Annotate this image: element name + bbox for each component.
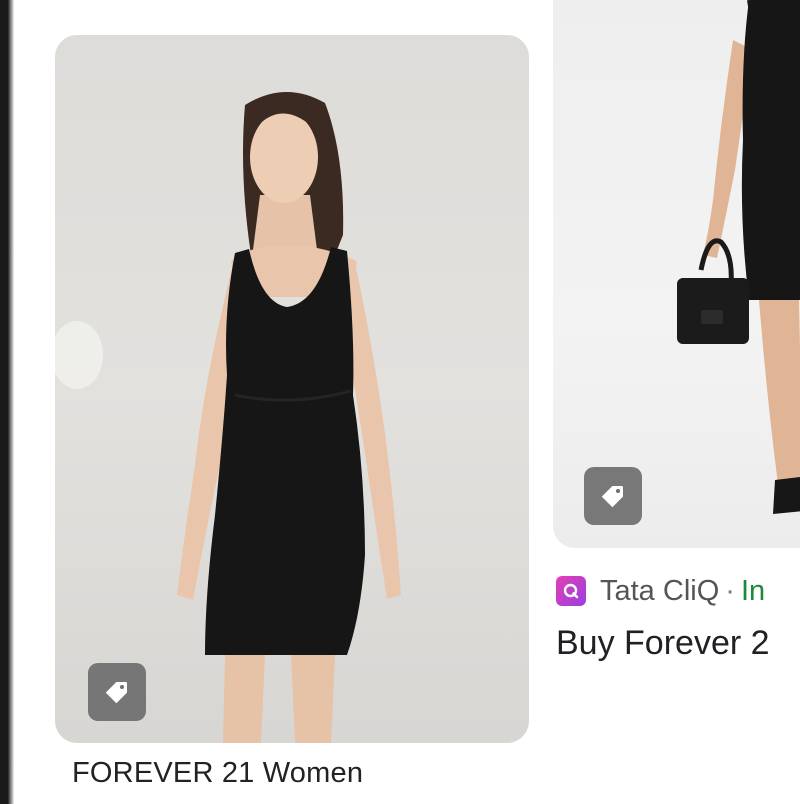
screen-edge (0, 0, 14, 804)
product-card-2-title[interactable]: Buy Forever 2 (556, 624, 770, 663)
product-photo-model-black-dress-bag (677, 0, 800, 514)
tag-icon[interactable] (584, 467, 642, 525)
source-separator: · (725, 574, 735, 607)
product-card-1-title[interactable]: FOREVER 21 Women (72, 757, 363, 790)
source-name: Tata CliQ (600, 574, 720, 607)
product-card-2-image[interactable] (553, 0, 800, 548)
shopping-results-grid: FOREVER 21 Women Tata CliQ · In Buy Fore… (0, 0, 800, 804)
tata-cliq-logo-icon (556, 576, 586, 606)
product-card-1-image[interactable] (55, 35, 529, 743)
stock-status: In (740, 574, 766, 607)
tag-icon[interactable] (88, 663, 146, 721)
product-photo-model-black-dress (55, 91, 401, 743)
product-card-2-source[interactable]: Tata CliQ · In (556, 572, 765, 610)
